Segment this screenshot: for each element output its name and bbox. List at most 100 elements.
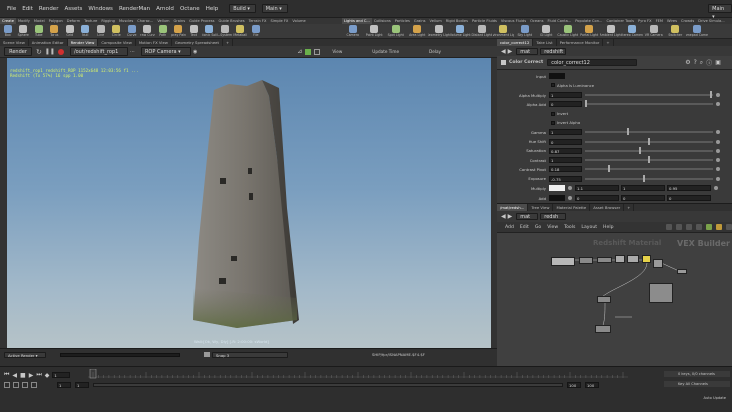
shelf-tool-curve[interactable]: Curve (124, 24, 140, 39)
desktop-dropdown[interactable]: Build ▾ (229, 4, 256, 13)
param-slider[interactable] (585, 91, 713, 98)
range-slider[interactable] (93, 383, 563, 387)
start-frame-field-2[interactable]: 1 (75, 382, 89, 388)
shelf-tool-file[interactable]: File (248, 24, 264, 39)
auto-update-dropdown[interactable]: Auto Update (664, 395, 730, 401)
tab-material-palette[interactable]: Material Palette (553, 204, 591, 211)
multiply-color-swatch[interactable] (549, 185, 565, 191)
param-slider[interactable] (585, 174, 713, 182)
render-viewport[interactable]: redshift_rop1 redshift_ROP 1152x648 12:0… (7, 58, 491, 348)
param-checkbox[interactable] (551, 111, 555, 116)
net-tool-icon[interactable] (705, 224, 712, 230)
param-reset-icon[interactable] (716, 158, 720, 163)
net-tool-icon[interactable] (715, 224, 722, 230)
tab-network-mat[interactable]: /mat/redsh... (497, 204, 529, 211)
shelf-tool-caustic-light[interactable]: Caustic Light (557, 24, 579, 39)
net-path-redsh[interactable]: redsh (540, 213, 567, 220)
add-color-swatch[interactable] (549, 195, 565, 201)
add-tab-button[interactable]: + (223, 39, 234, 46)
pause-icon[interactable]: ❚❚ (45, 48, 55, 55)
param-value-field[interactable]: 1 (549, 129, 582, 136)
main-dropdown-right[interactable]: Main ▾ (708, 4, 732, 20)
info-icon[interactable]: ⓘ (706, 58, 712, 67)
shelf-tool-line[interactable]: Line (93, 24, 109, 39)
menu-octane[interactable]: Octane (177, 0, 203, 18)
tab-motion-fx-view[interactable]: Motion FX View (136, 39, 172, 46)
camera-pick-icon[interactable]: ◉ (193, 49, 197, 55)
menu-file[interactable]: File (4, 0, 19, 18)
jump-end-icon[interactable]: ⏭ (36, 371, 41, 379)
step-back-icon[interactable]: ◀ (12, 372, 17, 379)
param-slider[interactable] (585, 165, 713, 173)
shelf-tool-distant-light[interactable]: Distant Light (471, 24, 493, 39)
shelf-tool-gi-light[interactable]: GI Light (536, 24, 558, 39)
update-time-button[interactable]: Update Time (372, 49, 399, 54)
shelf-tool-platonic-solids[interactable]: Platonic Solids (202, 24, 217, 39)
green-square-icon[interactable] (305, 48, 312, 55)
path-redshift[interactable]: redshift (540, 47, 567, 55)
snap-icon[interactable] (204, 352, 210, 357)
param-reset-icon[interactable] (716, 93, 720, 97)
shelf-tool-point-light[interactable]: Point Light (364, 24, 386, 39)
node-name-field[interactable]: color_correct12 (547, 59, 638, 66)
network-node[interactable] (551, 257, 575, 266)
shelf-tool-sky-light[interactable]: Sky Light (514, 24, 536, 39)
grid-icon[interactable] (314, 48, 321, 55)
add-b-field[interactable]: 0 (667, 195, 711, 201)
network-node[interactable] (677, 269, 687, 274)
shelf-tool-ambient-light[interactable]: Ambient Light (600, 24, 622, 39)
tab-render-view[interactable]: Render View (67, 39, 99, 46)
net-menu-edit[interactable]: Edit (520, 225, 529, 230)
multiply-g-field[interactable]: 1 (621, 185, 665, 191)
camera-dropdown[interactable]: ROP Camera ▾ (140, 47, 191, 56)
start-frame-field[interactable]: 1 (57, 382, 71, 388)
shelf-tool-spot-light[interactable]: Spot Light (385, 24, 407, 39)
param-slider-knob[interactable] (642, 174, 645, 182)
jump-start-icon[interactable]: ⏮ (4, 371, 9, 379)
lock-icon[interactable]: ▣ (715, 59, 721, 66)
network-node[interactable] (595, 325, 611, 333)
menu-assets[interactable]: Assets (61, 0, 85, 18)
menu-renderman[interactable]: RenderMan (116, 0, 153, 18)
add-tab-button-params[interactable]: + (603, 39, 614, 46)
shelf-tool-geometry-light[interactable]: Geometry Light (428, 24, 450, 39)
forward-arrow-icon[interactable]: ▶ (508, 48, 513, 55)
param-reset-icon[interactable] (716, 102, 720, 107)
net-menu-go[interactable]: Go (535, 225, 541, 230)
range-icon-3[interactable] (22, 382, 28, 388)
param-slider-knob[interactable] (626, 128, 629, 136)
net-menu-tools[interactable]: Tools (564, 225, 575, 230)
shelf-tool-tube[interactable]: Tube (31, 24, 47, 39)
net-menu-layout[interactable]: Layout (581, 225, 597, 230)
shelf-tool-volume-light[interactable]: Volume Light (450, 24, 472, 39)
active-render-dropdown[interactable]: Active Render ▾ (4, 351, 46, 358)
param-value-field[interactable]: 1 (549, 157, 582, 164)
param-reset-icon[interactable] (716, 139, 720, 144)
param-slider-knob[interactable] (709, 91, 712, 98)
key-all-channels-button[interactable]: Key All Channels (664, 381, 730, 387)
net-tool-icon[interactable] (685, 224, 692, 230)
network-node[interactable] (597, 257, 612, 263)
tab-take-list[interactable]: Take List (533, 39, 557, 46)
param-value-field[interactable]: -0.75 (549, 175, 582, 182)
net-menu-add[interactable]: Add (505, 225, 514, 230)
shelf-tool-stereo-camera[interactable]: Stereo Camera (622, 24, 643, 39)
param-slider[interactable] (585, 100, 713, 108)
shelf-tool-sphere[interactable]: Sphere (16, 24, 32, 39)
shelf-tool-path[interactable]: Path (155, 24, 171, 39)
search-icon[interactable]: ⌕ (700, 59, 703, 67)
param-value-field[interactable]: 0 (549, 138, 582, 145)
add-color-picker-icon[interactable] (568, 196, 572, 200)
param-reset-icon[interactable] (716, 167, 720, 172)
network-node[interactable] (597, 296, 611, 303)
net-forward-arrow-icon[interactable]: ▶ (508, 213, 513, 220)
shelf-tool-portal-light[interactable]: Portal Light (579, 24, 601, 39)
net-back-arrow-icon[interactable]: ◀ (501, 213, 506, 220)
net-tool-icon[interactable] (665, 224, 672, 230)
context-dropdown[interactable]: Main ▾ (261, 4, 289, 13)
tab-scene-view[interactable]: Scene View (0, 39, 29, 46)
refresh-icon[interactable]: ↻ (36, 48, 42, 56)
add-tab-button-network[interactable]: + (624, 204, 635, 211)
range-icon-4[interactable] (31, 382, 37, 388)
param-slider-knob[interactable] (585, 100, 587, 108)
